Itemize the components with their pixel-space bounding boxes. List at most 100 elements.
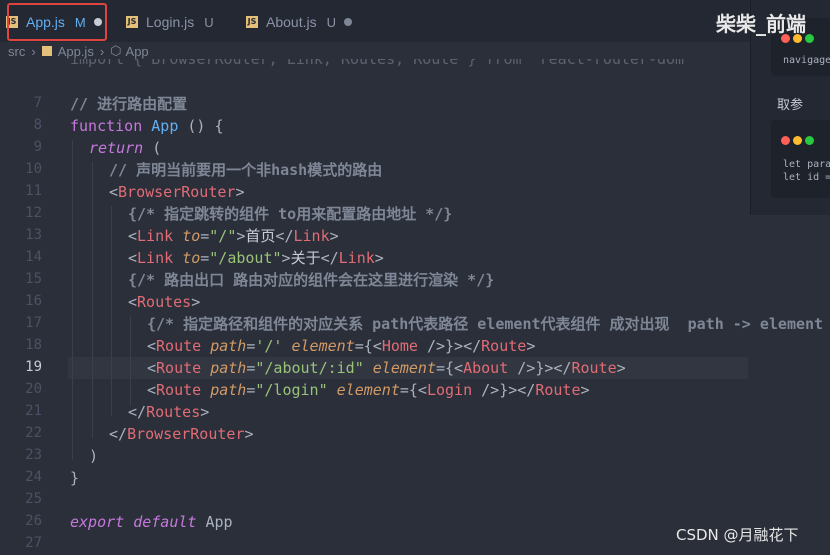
identifier: App [205, 513, 233, 531]
jsx-tag: Route [156, 337, 202, 355]
jsx-tag: Login [426, 381, 473, 399]
code-line-routes-close: </Routes> [128, 403, 210, 421]
jsx-tag: Routes [146, 403, 201, 421]
line-number: 15 [25, 271, 42, 287]
jsx-tag: Route [156, 381, 202, 399]
code-snippet-window: let para let id = [771, 120, 830, 198]
code-line-routes-open: <Routes> [128, 293, 201, 311]
jsx-attr: element [372, 359, 436, 377]
link-text: 首页 [245, 227, 276, 245]
indent-guide [111, 206, 112, 416]
line-number: 13 [25, 227, 42, 243]
jsx-tag: Route [156, 359, 202, 377]
line-number: 22 [25, 425, 42, 441]
line-number: 10 [25, 161, 42, 177]
jsx-tag: BrowserRouter [118, 183, 236, 201]
code-line-close-brace: } [70, 469, 80, 487]
string: '/' [255, 337, 283, 355]
keyword: return [89, 139, 144, 157]
tab-label: About.js [266, 14, 317, 30]
line-number-current: 19 [25, 359, 42, 375]
snippet-text: navigage [783, 55, 830, 66]
untracked-flag: U [326, 14, 336, 30]
code-line-browserrouter-open: <BrowserRouter> [109, 183, 245, 201]
cube-icon: ⬡ [110, 43, 122, 58]
link-text: 关于 [290, 249, 321, 267]
code-line-function: function App () { [70, 115, 224, 137]
watermark-footer: CSDN @月融花下 [676, 526, 799, 544]
window-controls [781, 130, 817, 149]
jsx-tag: Route [571, 359, 617, 377]
code-punct: () { [178, 117, 224, 135]
keyword: export [70, 513, 125, 531]
line-number: 7 [33, 95, 42, 111]
snippet-text: let para let id = [783, 159, 830, 183]
line-number: 11 [25, 183, 42, 199]
code-line-browserrouter-close: </BrowserRouter> [109, 425, 254, 443]
string: "/about/:id" [255, 359, 364, 377]
untracked-flag: U [204, 14, 214, 30]
maximize-dot-icon [805, 34, 814, 43]
code-line-return: return ( [89, 137, 161, 159]
indent-guide [130, 316, 131, 406]
jsx-attr: path [210, 359, 247, 377]
chevron-right-icon: › [31, 43, 36, 59]
code-comment: {/* 指定路径和组件的对应关系 path代表路径 element代表组件 成对… [147, 315, 830, 333]
line-number: 23 [25, 447, 42, 463]
tab-login-js[interactable]: JS Login.js U [126, 8, 214, 36]
jsx-attr: path [210, 337, 247, 355]
line-number: 21 [25, 403, 42, 419]
indent-guide [72, 140, 73, 460]
js-file-icon [41, 46, 52, 56]
chevron-right-icon: › [99, 43, 105, 59]
code-comment: // 声明当前要用一个非hash模式的路由 [109, 161, 383, 179]
keyword: function [70, 117, 143, 135]
code-comment: {/* 指定跳转的组件 to用来配置路由地址 */} [128, 205, 453, 223]
code-line-export: export default App [70, 511, 233, 533]
jsx-tag: Route [535, 381, 581, 399]
breadcrumb: src › App.js › ⬡ App [8, 42, 149, 60]
line-number: 20 [25, 381, 42, 397]
jsx-attr: path [210, 381, 247, 399]
indent-guide [92, 162, 93, 438]
code-line-link-about: <Link to="/about">关于</Link> [128, 249, 384, 267]
code-comment: {/* 路由出口 路由对应的组件会在这里进行渲染 */} [128, 271, 495, 289]
line-number: 12 [25, 205, 42, 221]
jsx-attr: to [182, 249, 201, 267]
code-line-route-about: <Route path="/about/:id" element={<About… [147, 359, 626, 377]
jsx-tag: BrowserRouter [127, 425, 245, 443]
keyword: default [133, 513, 197, 531]
code-comment: // 进行路由配置 [70, 95, 188, 113]
jsx-attr: element [291, 337, 355, 355]
code-line-route-home: <Route path='/' element={<Home />}></Rou… [147, 337, 536, 355]
unsaved-dot-icon[interactable] [343, 18, 352, 26]
maximize-dot-icon [805, 136, 814, 145]
highlight-box [7, 3, 107, 41]
string: "/" [209, 227, 237, 245]
function-name: App [151, 117, 179, 135]
minimize-dot-icon [793, 136, 802, 145]
jsx-tag: Home [381, 337, 418, 355]
line-number: 9 [33, 139, 42, 155]
code-line-import: import { BrowserRouter, Link, Routes, Ro… [70, 50, 694, 68]
jsx-tag: About [463, 359, 509, 377]
jsx-tag: Link [137, 227, 174, 245]
jsx-tag: Link [293, 227, 330, 245]
breadcrumb-symbol[interactable]: App [126, 44, 149, 59]
line-number: 16 [25, 293, 42, 309]
js-file-icon: JS [126, 16, 138, 28]
js-file-icon: JS [246, 16, 258, 28]
breadcrumb-folder[interactable]: src [8, 44, 25, 59]
tab-about-js[interactable]: JS About.js U [246, 8, 352, 36]
jsx-tag: Route [481, 337, 527, 355]
jsx-attr: to [182, 227, 201, 245]
jsx-tag: Routes [137, 293, 192, 311]
line-number: 24 [25, 469, 42, 485]
tab-label: Login.js [146, 14, 195, 30]
line-number: 18 [25, 337, 42, 353]
string: "/about" [209, 249, 282, 267]
line-number: 14 [25, 249, 42, 265]
code-punct: ( [143, 139, 162, 157]
breadcrumb-file[interactable]: App.js [58, 44, 94, 59]
line-number: 17 [25, 315, 42, 331]
